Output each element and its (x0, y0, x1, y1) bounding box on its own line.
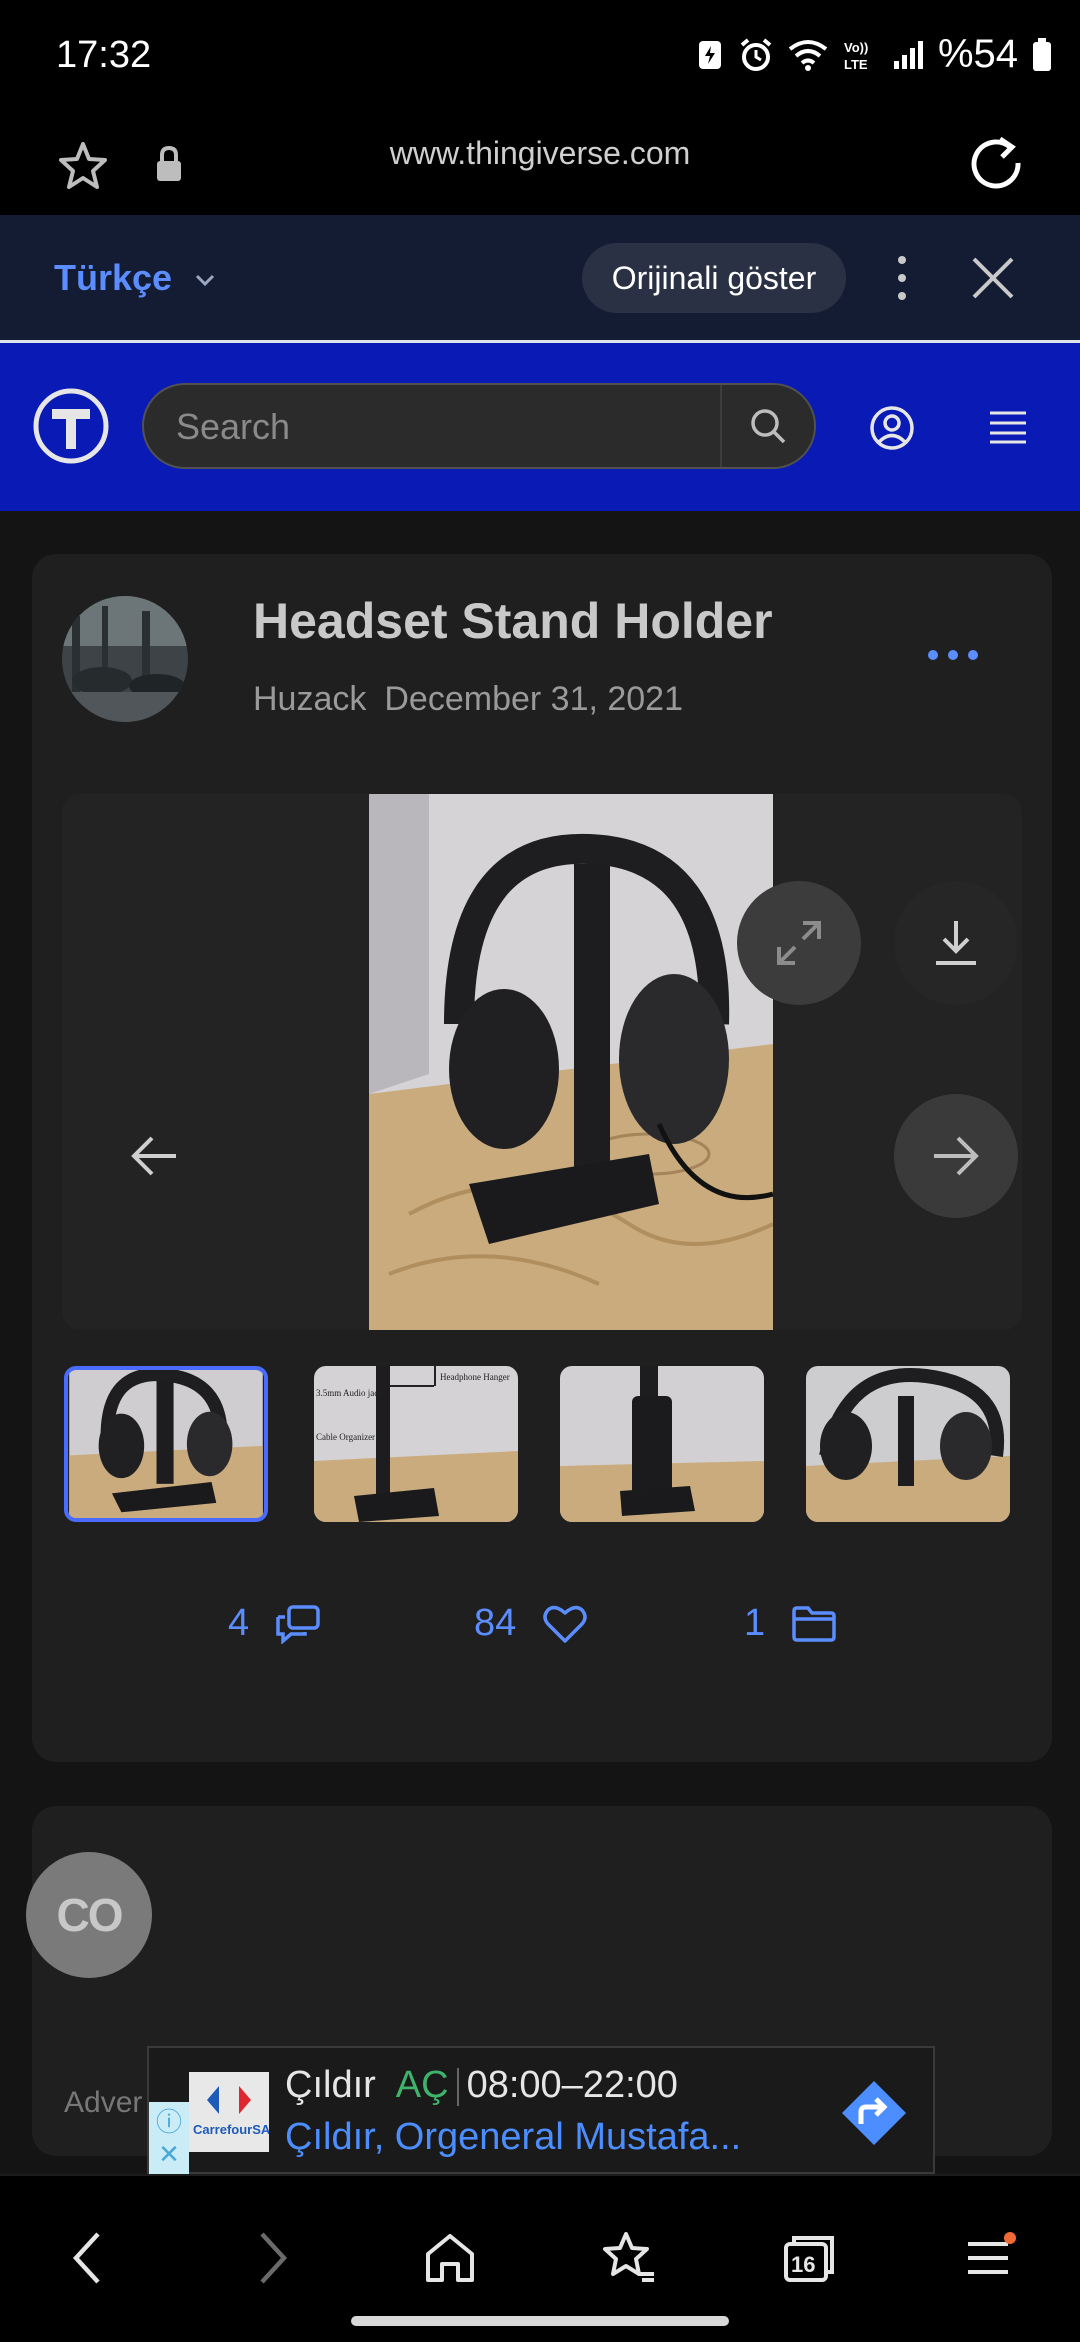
language-select[interactable]: Türkçe (54, 257, 216, 299)
thing-title: Headset Stand Holder (253, 593, 773, 649)
chevron-right-icon (260, 2232, 288, 2284)
tabs-button[interactable]: 16 (770, 2218, 850, 2298)
alarm-icon (740, 37, 772, 71)
reload-icon[interactable] (966, 133, 1026, 193)
tab-count: 16 (791, 2252, 815, 2277)
comments-count: 4 (228, 1602, 250, 1644)
more-vert-icon[interactable] (890, 253, 914, 303)
bookmarks-button[interactable] (590, 2218, 670, 2298)
comments-stat[interactable]: 4 (228, 1602, 321, 1645)
thumbnail-label: Cable Organizer (316, 1432, 375, 1442)
show-original-button[interactable]: Orijinali göster (582, 243, 846, 313)
download-button[interactable] (894, 881, 1018, 1005)
ad-info-close[interactable]: ⓘ ✕ (149, 2102, 189, 2174)
thumbnail-image (69, 1370, 263, 1518)
battery-saver-icon (698, 40, 721, 69)
comments-icon (276, 1604, 320, 1644)
svg-text:LTE: LTE (844, 57, 868, 72)
collections-count: 1 (744, 1602, 766, 1644)
search-icon (751, 409, 786, 444)
next-image-button[interactable] (894, 1094, 1018, 1218)
status-bar: 17:32 Vo)) LTE %54 (0, 0, 1080, 115)
fullscreen-button[interactable] (737, 881, 861, 1005)
user-account-icon[interactable] (869, 405, 915, 451)
thumbnail-label: 3.5mm Audio jack (316, 1388, 383, 1398)
forward-button[interactable] (232, 2218, 312, 2298)
main-image[interactable] (369, 794, 773, 1330)
url-bar: www.thingiverse.com (0, 115, 1080, 215)
site-header (0, 343, 1080, 511)
ad-address: Çıldır, Orgeneral Mustafa... (285, 2116, 742, 2158)
volte-icon: Vo)) LTE (844, 40, 868, 72)
chevron-down-icon (196, 275, 215, 287)
carrefour-logo-text: CarrefourSA (193, 2122, 269, 2137)
svg-text:Vo)): Vo)) (844, 40, 868, 55)
floating-co-button[interactable]: CO (26, 1852, 152, 1978)
likes-count: 84 (474, 1602, 517, 1644)
advert-label: Adver (64, 2086, 143, 2119)
star-bookmarks-icon (603, 2232, 654, 2282)
ad-title-line: Çıldır AÇ 08:00–22:00 (285, 2064, 678, 2107)
thing-meta: Huzack December 31, 2021 (253, 680, 683, 719)
back-button[interactable] (48, 2218, 128, 2298)
thing-card: Headset Stand Holder Huzack December 31, … (32, 554, 1052, 1762)
home-icon (426, 2234, 474, 2282)
url-text[interactable]: www.thingiverse.com (0, 135, 1080, 172)
translate-bar: Türkçe Orijinali göster (0, 215, 1080, 343)
ad-logo: CarrefourSA (189, 2072, 269, 2152)
download-icon (936, 921, 976, 965)
ad-open-status: AÇ (395, 2064, 449, 2106)
menu-icon (968, 2232, 1016, 2274)
publish-date: December 31, 2021 (384, 680, 684, 718)
arrow-right-icon (934, 1136, 979, 1176)
thumbnail-image (560, 1366, 764, 1522)
thumbnail-3[interactable] (560, 1366, 764, 1522)
battery-icon (1033, 37, 1051, 71)
tabs-icon: 16 (784, 2236, 834, 2282)
language-label: Türkçe (54, 257, 173, 298)
hamburger-menu-icon[interactable] (988, 409, 1028, 445)
ad-hours: 08:00–22:00 (466, 2064, 678, 2106)
thumbnail-image (806, 1366, 1010, 1522)
collections-stat[interactable]: 1 (744, 1602, 837, 1645)
avatar-image (62, 596, 188, 722)
thumbnail-label: Headphone Hanger (440, 1372, 510, 1382)
headset-photo (369, 794, 773, 1330)
more-options-button[interactable] (928, 650, 978, 660)
wifi-icon (788, 39, 828, 71)
search-button[interactable] (720, 385, 814, 467)
thumbnail-4[interactable] (806, 1366, 1010, 1522)
thumbnail-image: Headphone Hanger 3.5mm Audio jack Cable Or… (314, 1366, 518, 1522)
ad-place: Çıldır (285, 2064, 376, 2106)
arrow-left-icon (131, 1136, 176, 1176)
heart-icon (543, 1605, 588, 1643)
thumbnail-2[interactable]: Headphone Hanger 3.5mm Audio jack Cable Or… (314, 1366, 518, 1522)
chevron-left-icon (72, 2232, 100, 2284)
carrefour-logo: CarrefourSA (193, 2086, 269, 2137)
likes-stat[interactable]: 84 (474, 1602, 588, 1645)
previous-image-button[interactable] (92, 1094, 216, 1218)
search-box (142, 383, 816, 469)
author-avatar[interactable] (62, 596, 188, 722)
ad-banner[interactable]: ⓘ ✕ CarrefourSA Çıldır AÇ 08:00–22:00 Çıldı… (147, 2046, 935, 2174)
expand-icon (777, 921, 821, 965)
home-button[interactable] (410, 2218, 490, 2298)
folder-icon (792, 1605, 836, 1642)
thumbnail-1[interactable] (64, 1366, 268, 1522)
menu-button[interactable] (950, 2218, 1030, 2298)
home-indicator (351, 2316, 729, 2326)
close-icon[interactable] (970, 255, 1016, 301)
author-link[interactable]: Huzack (253, 680, 366, 718)
signal-icon (893, 40, 923, 69)
battery-percent: %54 (937, 32, 1018, 76)
image-viewer (62, 794, 1022, 1330)
thingiverse-logo[interactable] (32, 387, 110, 465)
status-icons: Vo)) LTE %54 (696, 32, 1052, 77)
directions-icon[interactable] (839, 2078, 909, 2148)
status-time: 17:32 (56, 34, 152, 76)
